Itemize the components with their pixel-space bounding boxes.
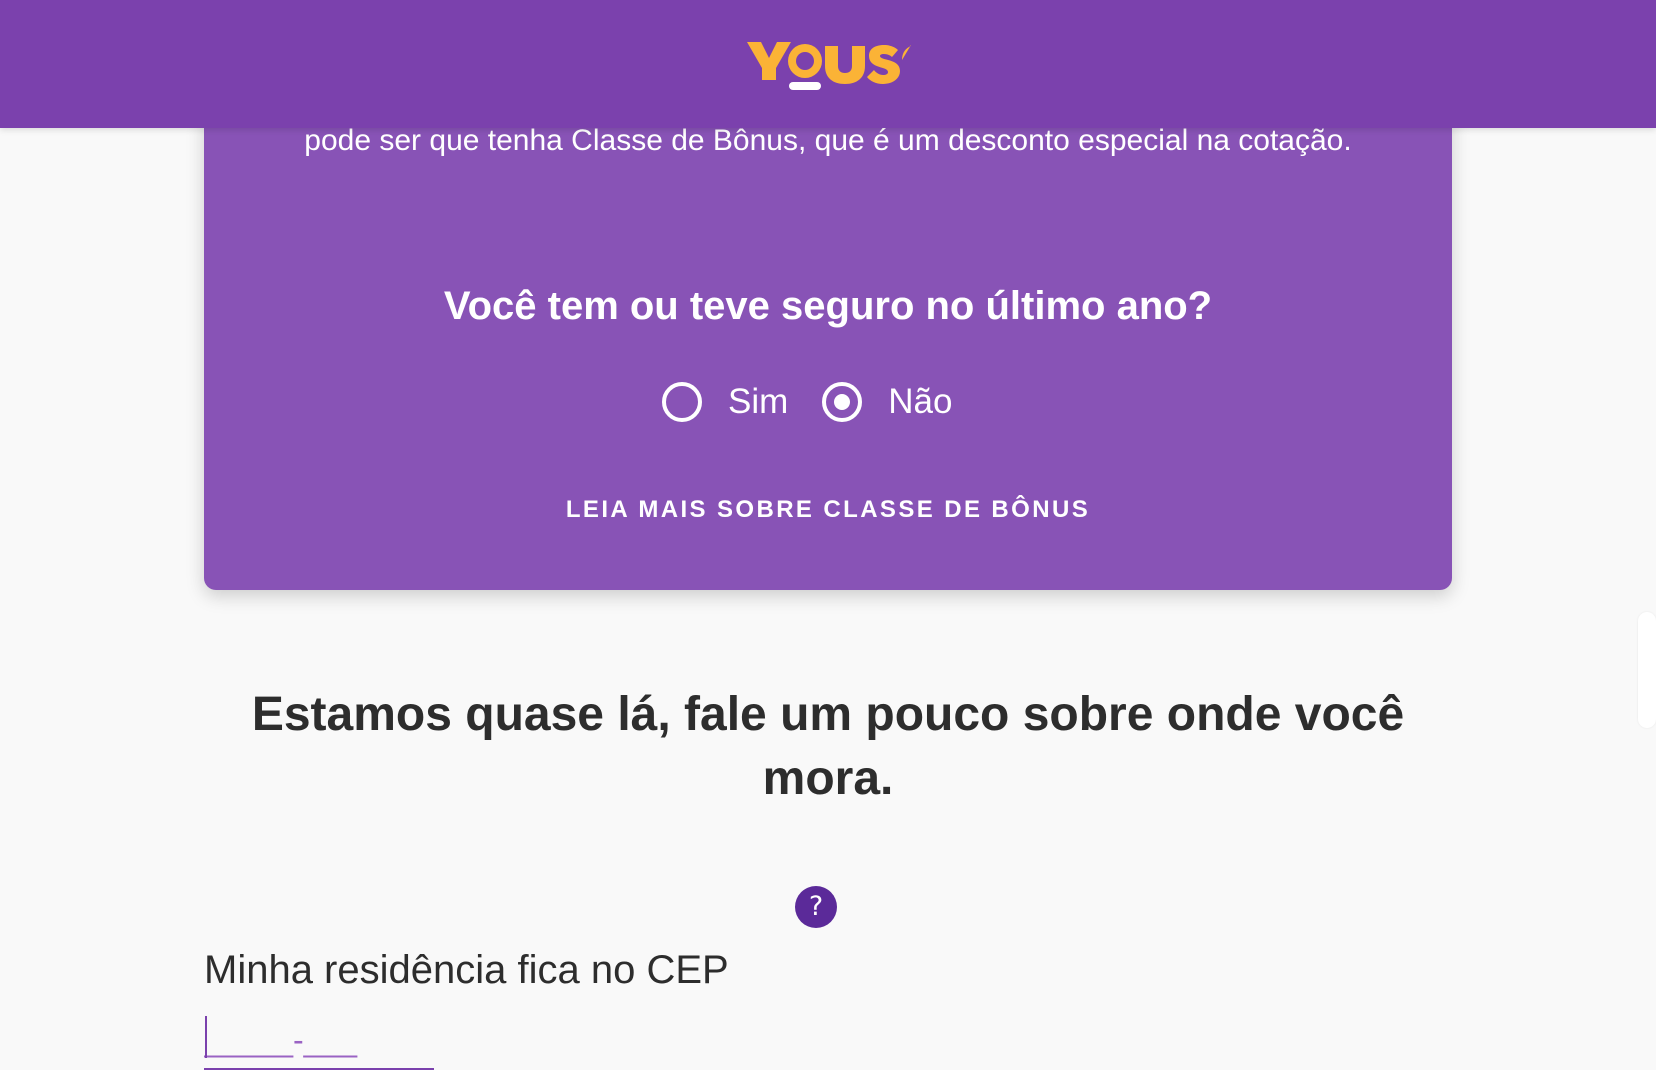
address-section-title: Estamos quase lá, fale um pouco sobre on… — [251, 688, 1405, 805]
scrollbar-thumb[interactable] — [1638, 612, 1656, 728]
cep-input[interactable] — [204, 1012, 434, 1070]
cep-label: Minha residência fica no CEP — [204, 948, 729, 992]
insurance-question: Você tem ou teve seguro no último ano? — [443, 284, 1213, 328]
youse-logo-mark — [747, 42, 911, 90]
radio-label-nao[interactable]: Não — [888, 382, 952, 422]
radio-label-sim[interactable]: Sim — [728, 382, 788, 422]
radio-button-unchecked-icon[interactable] — [662, 382, 702, 422]
insurance-radio-group: Sim Não — [662, 377, 953, 427]
read-more-bonus-link[interactable]: LEIA MAIS SOBRE CLASSE DE BÔNUS — [204, 495, 1452, 525]
radio-option-sim[interactable]: Sim — [662, 382, 788, 422]
header — [0, 0, 1656, 128]
help-question-icon[interactable]: ? — [795, 886, 837, 928]
youse-logo[interactable] — [745, 36, 911, 92]
radio-button-checked-icon[interactable] — [822, 382, 863, 422]
text-caret — [205, 1016, 207, 1058]
radio-option-nao[interactable]: Não — [822, 382, 953, 422]
